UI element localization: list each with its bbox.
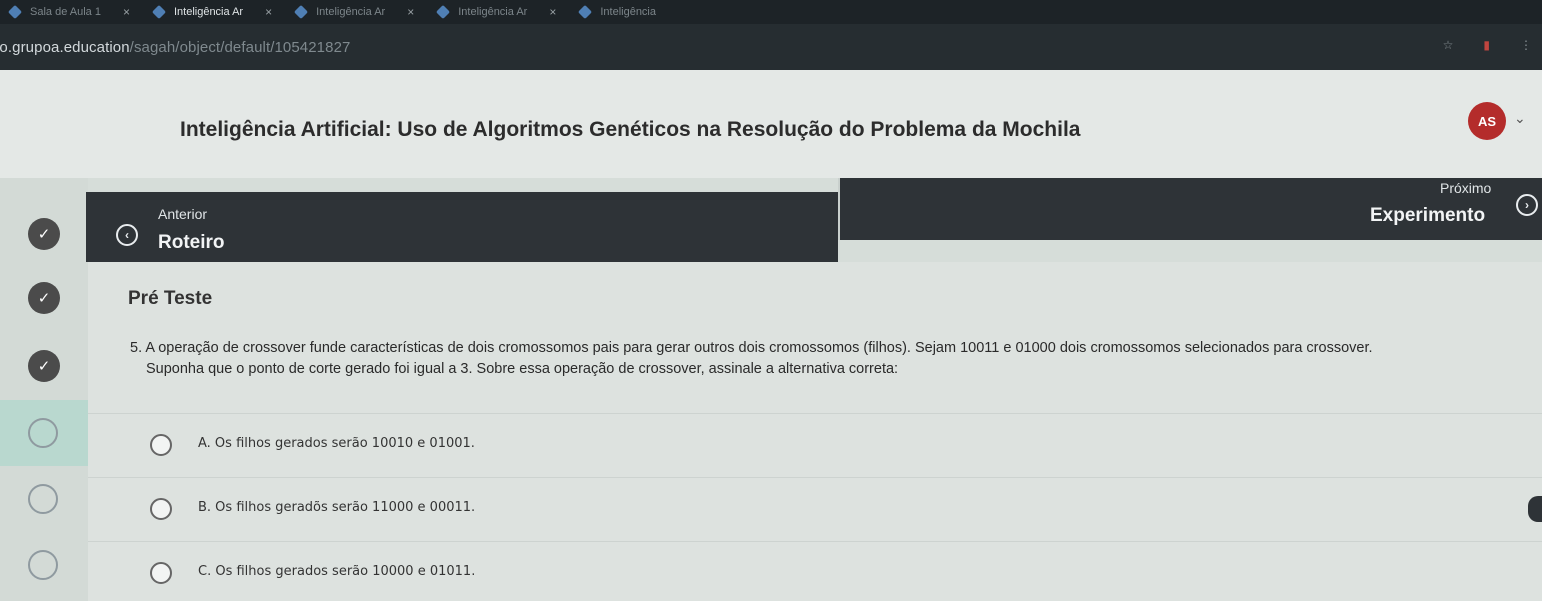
radio-button[interactable] [150, 434, 172, 456]
radio-button[interactable] [150, 562, 172, 584]
option-b[interactable]: B. Os filhos geradõs serão 11000 e 00011… [88, 477, 1542, 535]
section-title: Pré Teste [128, 288, 213, 309]
site-favicon-icon [151, 4, 167, 20]
close-tab-icon[interactable]: × [265, 5, 272, 19]
step-done-checkmark-icon[interactable]: ✓ [28, 282, 60, 314]
step-done-checkmark-icon[interactable]: ✓ [28, 218, 60, 250]
step-open-circle-icon[interactable] [28, 418, 58, 448]
site-favicon-icon [578, 4, 593, 20]
radio-button[interactable] [150, 498, 172, 520]
option-a[interactable]: A. Os filhos gerados serão 10010 e 01001… [88, 413, 1542, 471]
option-c[interactable]: C. Os filhos gerados serão 10000 e 01011… [88, 541, 1542, 599]
avatar-initials: AS [1477, 113, 1497, 129]
url-host: io.grupoa.education [0, 38, 130, 56]
browser-tab-bar: Sala de Aula 1 × Inteligência Ar × Intel… [0, 0, 1542, 24]
question-line-2: Suponha que o ponto de corte gerado foi … [146, 361, 899, 377]
extension-icon[interactable]: ▮ [1483, 38, 1490, 52]
close-tab-icon[interactable]: × [407, 5, 414, 19]
next-section-button[interactable]: Próximo Experimento › [838, 178, 1542, 240]
tab-label: Sala de Aula 1 [30, 6, 101, 18]
browser-tab-inteligencia-2[interactable]: Inteligência Ar × [286, 0, 428, 24]
tab-label: Inteligência Ar [173, 6, 244, 18]
question-text: 5. A operação de crossover funde caracte… [130, 338, 1530, 380]
option-text: B. Os filhos geradõs serão 11000 e 00011… [198, 500, 476, 515]
option-text: A. Os filhos gerados serão 10010 e 01001… [198, 436, 475, 451]
browser-tab-sala[interactable]: Sala de Aula 1 × [0, 0, 144, 24]
question-line-1: 5. A operação de crossover funde caracte… [130, 340, 1373, 356]
next-title: Experimento [1370, 205, 1486, 226]
browser-tab-inteligencia-3[interactable]: Inteligência Ar × [428, 0, 570, 24]
address-bar-icons: ☆ ▮ ⋮ [1443, 38, 1532, 52]
browser-tab-inteligencia-active[interactable]: Inteligência Ar × [144, 0, 286, 24]
previous-section-button[interactable]: ‹ Anterior Roteiro [86, 192, 838, 262]
site-favicon-icon [7, 4, 23, 20]
tab-label: Inteligência Ar [316, 6, 386, 18]
quiz-content: Pré Teste 5. A operação de crossover fun… [88, 262, 1542, 601]
step-open-circle-icon[interactable] [28, 484, 58, 514]
page-title: Inteligência Artificial: Uso de Algoritm… [180, 118, 1081, 141]
chevron-down-icon[interactable]: ⌄ [1514, 110, 1526, 127]
previous-label: Anterior [158, 206, 208, 222]
previous-title: Roteiro [158, 232, 225, 253]
option-text: C. Os filhos gerados serão 10000 e 01011… [198, 564, 476, 579]
chevron-right-circle-icon: › [1516, 194, 1538, 216]
url-text[interactable]: io.grupoa.education/sagah/object/default… [0, 39, 350, 56]
page-header: Inteligência Artificial: Uso de Algoritm… [0, 70, 1542, 178]
tab-label: Inteligência Ar [458, 6, 528, 18]
step-open-circle-icon[interactable] [28, 550, 58, 580]
browser-tab-inteligencia-4[interactable]: Inteligência [570, 0, 670, 24]
user-avatar[interactable]: AS [1468, 102, 1506, 140]
next-label: Próximo [1440, 180, 1492, 196]
section-navigation: ‹ Anterior Roteiro Próximo Experimento › [86, 178, 1542, 262]
site-favicon-icon [294, 4, 309, 20]
close-tab-icon[interactable]: × [123, 5, 130, 19]
bookmark-star-icon[interactable]: ☆ [1443, 38, 1454, 52]
side-panel-tab-icon[interactable] [1528, 496, 1542, 522]
browser-menu-icon[interactable]: ⋮ [1520, 38, 1532, 52]
progress-rail: ✓ ✓ ✓ [0, 178, 88, 601]
url-path: /sagah/object/default/105421827 [129, 38, 351, 56]
tab-label: Inteligência [600, 6, 656, 18]
chevron-left-circle-icon: ‹ [116, 224, 138, 246]
close-tab-icon[interactable]: × [549, 5, 556, 19]
address-bar[interactable]: io.grupoa.education/sagah/object/default… [0, 24, 1542, 70]
step-done-checkmark-icon[interactable]: ✓ [28, 350, 60, 382]
site-favicon-icon [436, 4, 451, 20]
